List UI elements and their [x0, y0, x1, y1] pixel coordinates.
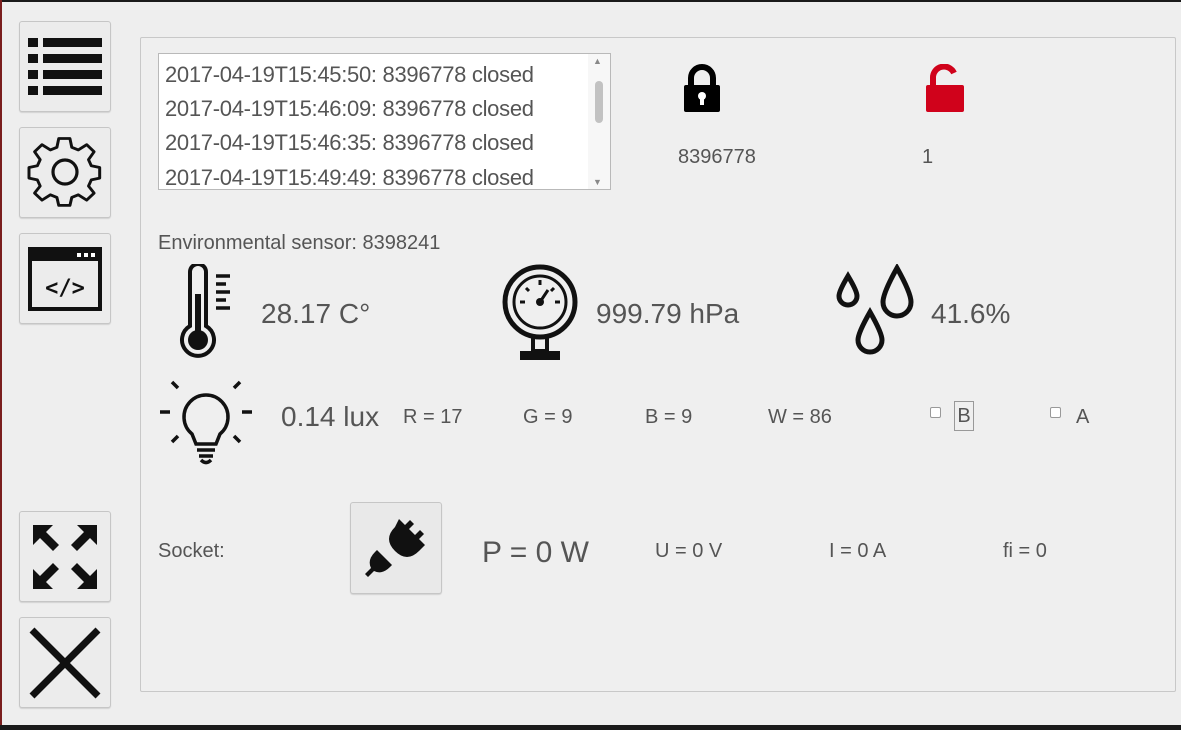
list-item: 2017-04-19T15:45:50: 8396778 closed	[165, 62, 534, 87]
humidity-value: 41.6%	[931, 298, 1011, 329]
open-lock-count: 1	[922, 146, 934, 168]
window-bottom-border	[0, 725, 1181, 730]
blue-value: B = 9	[645, 406, 693, 428]
socket-label: Socket:	[158, 540, 225, 562]
red-value: R = 17	[403, 406, 463, 428]
pressure-value: 999.79 hPa	[596, 298, 740, 329]
gear-icon	[27, 136, 102, 207]
plug-disconnected-icon	[365, 519, 425, 577]
checkbox-a[interactable]	[1050, 407, 1061, 418]
svg-text:</>: </>	[45, 276, 85, 301]
event-log-list[interactable]: 2017-04-19T15:45:50: 8396778 closed 2017…	[158, 53, 611, 190]
checkbox-b[interactable]	[930, 407, 941, 418]
list-icon	[28, 37, 102, 95]
power-value: P = 0 W	[482, 536, 589, 569]
closed-lock-id: 8396778	[678, 146, 756, 168]
list-item: 2017-04-19T15:46:35: 8396778 closed	[165, 130, 534, 155]
humidity-drops-icon	[836, 264, 914, 355]
checkbox-a-label[interactable]: A	[1076, 406, 1089, 429]
close-button[interactable]	[19, 617, 111, 708]
window-top-border	[0, 0, 1181, 2]
thermometer-icon	[180, 264, 230, 358]
scroll-down-icon[interactable]: ▼	[593, 177, 602, 187]
socket-toggle-button[interactable]	[350, 502, 442, 594]
window-left-border	[0, 0, 2, 730]
list-item: 2017-04-19T15:49:49: 8396778 closed	[165, 165, 534, 190]
current-value: I = 0 A	[829, 540, 887, 562]
phi-value: fi = 0	[1003, 540, 1047, 562]
environmental-sensor-label: Environmental sensor: 8398241	[158, 232, 441, 254]
code-button[interactable]: </>	[19, 233, 111, 324]
lock-open-icon	[926, 64, 964, 112]
close-icon	[29, 627, 101, 698]
light-value: 0.14 lux	[281, 401, 380, 432]
lock-closed-icon	[684, 64, 720, 112]
scroll-up-icon[interactable]: ▲	[593, 56, 602, 66]
green-value: G = 9	[523, 406, 573, 428]
log-scrollbar[interactable]: ▲ ▼	[588, 54, 610, 189]
white-value: W = 86	[768, 406, 832, 428]
list-item: 2017-04-19T15:46:09: 8396778 closed	[165, 96, 534, 121]
scroll-thumb[interactable]	[595, 81, 603, 123]
settings-button[interactable]	[19, 127, 111, 218]
fullscreen-button[interactable]	[19, 511, 111, 602]
code-window-icon: </>	[28, 246, 102, 311]
voltage-value: U = 0 V	[655, 540, 723, 562]
temperature-value: 28.17 C°	[261, 298, 371, 329]
light-bulb-icon	[160, 380, 252, 465]
checkbox-b-label[interactable]: B	[954, 401, 974, 431]
pressure-gauge-icon	[502, 264, 578, 360]
list-button[interactable]	[19, 21, 111, 112]
expand-arrows-icon	[33, 524, 97, 589]
